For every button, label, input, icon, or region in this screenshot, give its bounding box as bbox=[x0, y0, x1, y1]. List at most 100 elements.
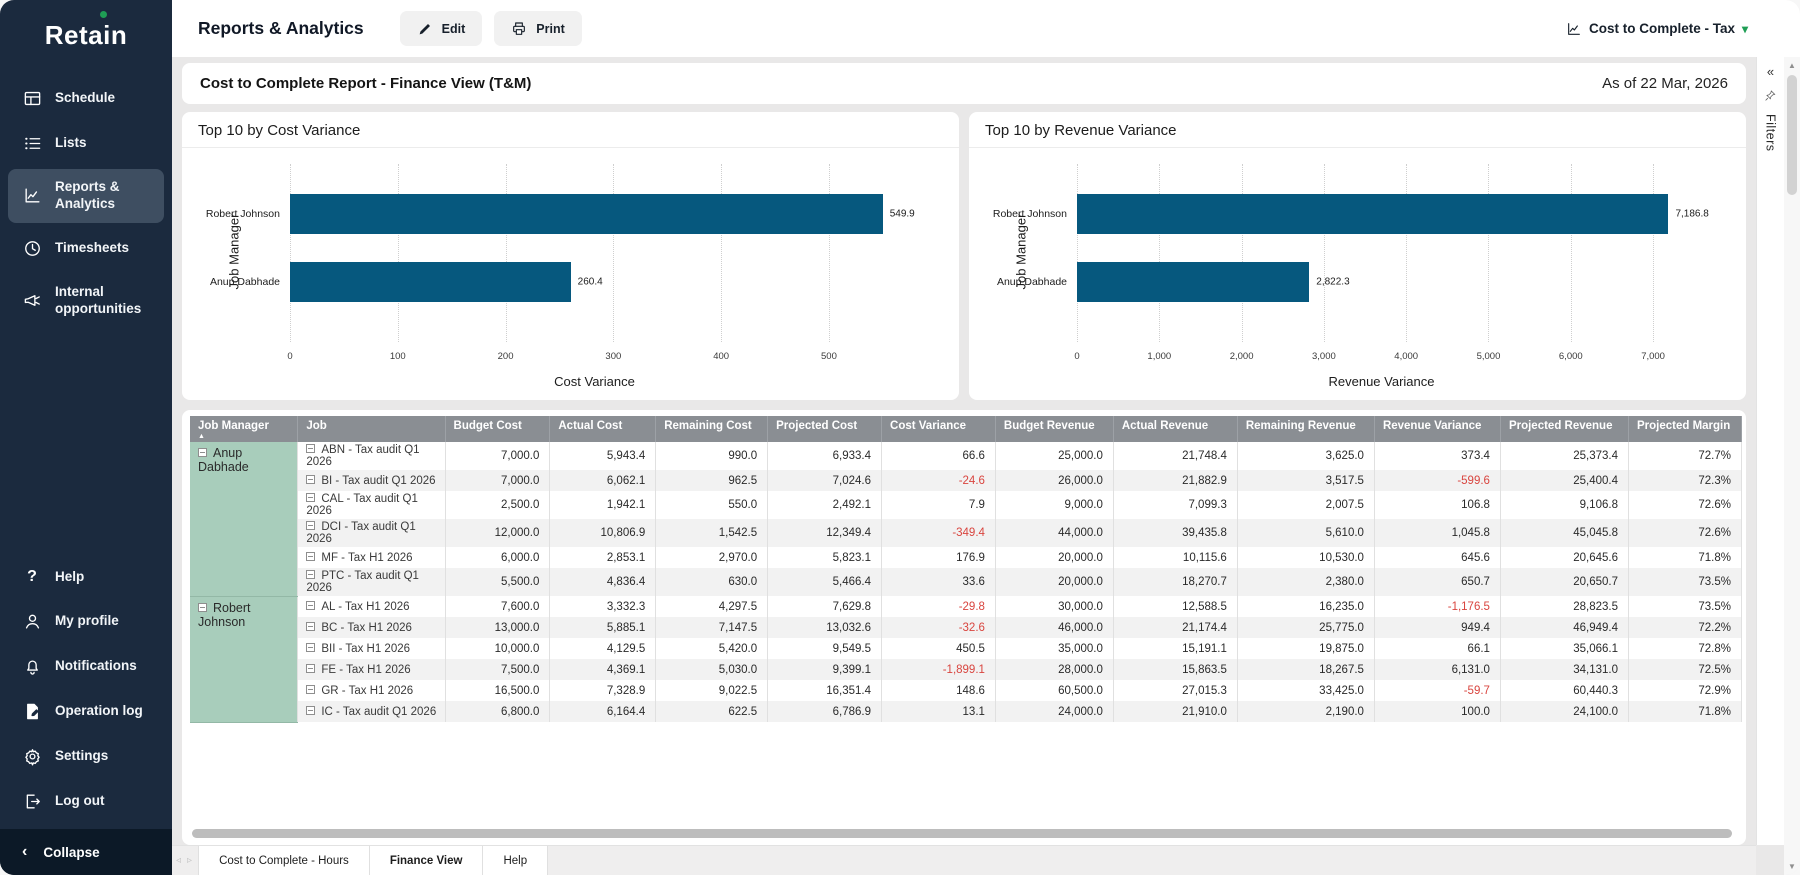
sidebar-item-operation-log[interactable]: Operation log bbox=[8, 692, 164, 731]
collapse-group-icon[interactable] bbox=[198, 602, 207, 612]
sidebar-item-internal-opportunities[interactable]: Internal opportunities bbox=[8, 274, 164, 328]
expand-job-icon[interactable] bbox=[306, 684, 316, 694]
column-header-cost-variance[interactable]: Cost Variance bbox=[881, 416, 996, 442]
table-row: BI - Tax audit Q1 2026 7,000.0 6,062.1 962.… bbox=[190, 470, 1743, 491]
column-header-revenue-variance[interactable]: Revenue Variance bbox=[1374, 416, 1501, 442]
sidebar-item-settings[interactable]: Settings bbox=[8, 737, 164, 776]
column-header-remaining-revenue[interactable]: Remaining Revenue bbox=[1237, 416, 1375, 442]
bar-robert-johnson[interactable] bbox=[1077, 194, 1669, 234]
job-cell[interactable]: DCI - Tax audit Q1 2026 bbox=[297, 519, 446, 547]
expand-job-icon[interactable] bbox=[306, 521, 316, 530]
sidebar-item-label: Log out bbox=[55, 793, 105, 809]
cost-variance-chart-card: Top 10 by Cost Variance Job Manager 549.9… bbox=[182, 112, 959, 400]
column-header-remaining-cost[interactable]: Remaining Cost bbox=[655, 416, 769, 442]
job-cell[interactable]: ABN - Tax audit Q1 2026 bbox=[297, 442, 446, 470]
bar-robert-johnson[interactable] bbox=[290, 194, 883, 234]
collapse-group-icon[interactable] bbox=[198, 448, 207, 457]
page-title: Reports & Analytics bbox=[198, 18, 364, 38]
value-cell: 34,131.0 bbox=[1500, 659, 1629, 680]
sidebar-nav: Schedule Lists Reports & Analytics Timeshee… bbox=[0, 65, 172, 328]
column-header-budget-cost[interactable]: Budget Cost bbox=[445, 416, 551, 442]
sidebar-item-notifications[interactable]: Notifications bbox=[8, 647, 164, 686]
chevrons-left-icon[interactable]: « bbox=[1767, 65, 1774, 78]
job-cell[interactable]: BC - Tax H1 2026 bbox=[297, 617, 446, 638]
column-header-job-manager[interactable]: Job Manager ▲ bbox=[190, 416, 299, 442]
column-header-actual-revenue[interactable]: Actual Revenue bbox=[1113, 416, 1238, 442]
pencil-icon bbox=[419, 23, 430, 34]
expand-job-icon[interactable] bbox=[306, 600, 316, 610]
job-cell[interactable]: MF - Tax H1 2026 bbox=[297, 547, 446, 568]
job-cell[interactable]: AL - Tax H1 2026 bbox=[297, 596, 446, 617]
column-header-projected-revenue[interactable]: Projected Revenue bbox=[1500, 416, 1629, 442]
tab-next-arrow-icon[interactable]: ▹ bbox=[187, 855, 192, 866]
app-window: Retain Schedule Lists Reports & Analytics T… bbox=[0, 0, 1800, 875]
expand-job-icon[interactable] bbox=[306, 705, 316, 715]
horizontal-scrollbar[interactable] bbox=[192, 829, 1732, 838]
sidebar-item-lists[interactable]: Lists bbox=[8, 124, 164, 163]
value-cell: 650.7 bbox=[1374, 568, 1501, 596]
table-row: BII - Tax H1 2026 10,000.0 4,129.5 5,420.0 9… bbox=[190, 638, 1743, 659]
expand-job-icon[interactable] bbox=[306, 642, 316, 652]
tab-cost-to-complete-hours[interactable]: Cost to Complete - Hours bbox=[198, 846, 370, 875]
column-header-job[interactable]: Job bbox=[297, 416, 446, 442]
value-cell: 5,030.0 bbox=[655, 659, 769, 680]
pin-icon[interactable] bbox=[1764, 89, 1777, 102]
expand-job-icon[interactable] bbox=[306, 551, 316, 561]
value-cell: 7,000.0 bbox=[445, 442, 551, 470]
column-header-actual-cost[interactable]: Actual Cost bbox=[549, 416, 657, 442]
report-selector-dropdown[interactable]: Cost to Complete - Tax ▾ bbox=[1566, 21, 1748, 37]
scroll-up-arrow-icon[interactable]: ▲ bbox=[1784, 61, 1800, 70]
sidebar-item-help[interactable]: ? Help bbox=[8, 558, 164, 596]
scroll-down-arrow-icon[interactable]: ▼ bbox=[1784, 862, 1800, 871]
table-row: MF - Tax H1 2026 6,000.0 2,853.1 2,970.0 5,8… bbox=[190, 547, 1743, 568]
column-header-projected-cost[interactable]: Projected Cost bbox=[767, 416, 883, 442]
sidebar-item-timesheets[interactable]: Timesheets bbox=[8, 229, 164, 268]
edit-button[interactable]: Edit bbox=[399, 11, 483, 46]
expand-job-icon[interactable] bbox=[306, 493, 316, 502]
job-cell[interactable]: FE - Tax H1 2026 bbox=[297, 659, 446, 680]
job-cell[interactable]: BII - Tax H1 2026 bbox=[297, 638, 446, 659]
sidebar-item-reports-analytics[interactable]: Reports & Analytics bbox=[8, 169, 164, 223]
vertical-scrollbar[interactable]: ▲ ▼ bbox=[1784, 57, 1800, 875]
value-cell: 100.0 bbox=[1374, 701, 1501, 722]
job-manager-cell[interactable]: Anup Dabhade bbox=[190, 442, 299, 597]
job-cell[interactable]: IC - Tax audit Q1 2026 bbox=[297, 701, 446, 722]
expand-job-icon[interactable] bbox=[306, 663, 316, 673]
bar-anup-dabhade[interactable] bbox=[290, 262, 571, 302]
retain-logo: Retain bbox=[44, 20, 128, 50]
vertical-scrollbar-thumb[interactable] bbox=[1787, 75, 1797, 195]
expand-job-icon[interactable] bbox=[306, 444, 316, 453]
value-cell: 4,369.1 bbox=[549, 659, 657, 680]
expand-job-icon[interactable] bbox=[306, 621, 316, 631]
job-manager-cell[interactable]: Robert Johnson bbox=[190, 596, 299, 723]
value-cell: 3,517.5 bbox=[1237, 470, 1375, 491]
sidebar-collapse-button[interactable]: ‹ Collapse bbox=[0, 829, 172, 875]
filters-panel-label[interactable]: Filters bbox=[1764, 114, 1778, 152]
value-cell: 2,007.5 bbox=[1237, 491, 1375, 519]
edit-button-label: Edit bbox=[441, 21, 466, 36]
job-cell[interactable]: GR - Tax H1 2026 bbox=[297, 680, 446, 701]
job-cell[interactable]: BI - Tax audit Q1 2026 bbox=[297, 470, 446, 491]
tab-help[interactable]: Help bbox=[483, 846, 549, 875]
sidebar-footer-nav: ? Help My profile Notifications Operation lo… bbox=[0, 544, 172, 829]
tab-finance-view[interactable]: Finance View bbox=[369, 846, 484, 875]
column-header-projected-margin[interactable]: Projected Margin bbox=[1628, 416, 1743, 442]
column-header-budget-revenue[interactable]: Budget Revenue bbox=[995, 416, 1114, 442]
sidebar-item-schedule[interactable]: Schedule bbox=[8, 79, 164, 118]
expand-job-icon[interactable] bbox=[306, 474, 316, 484]
value-cell: 28,000.0 bbox=[995, 659, 1114, 680]
sidebar-item-log-out[interactable]: Log out bbox=[8, 782, 164, 821]
expand-job-icon[interactable] bbox=[306, 570, 316, 579]
job-cell[interactable]: PTC - Tax audit Q1 2026 bbox=[297, 568, 446, 596]
tab-prev-arrow-icon[interactable]: ◃ bbox=[176, 855, 181, 866]
tab-strip: Cost to Complete - Hours Finance View Help bbox=[198, 846, 549, 875]
value-cell: 21,910.0 bbox=[1113, 701, 1238, 722]
job-cell[interactable]: CAL - Tax audit Q1 2026 bbox=[297, 491, 446, 519]
x-tick-label: 100 bbox=[389, 351, 406, 362]
sidebar-item-my-profile[interactable]: My profile bbox=[8, 602, 164, 641]
value-cell: 5,500.0 bbox=[445, 568, 551, 596]
bar-anup-dabhade[interactable] bbox=[1077, 262, 1310, 302]
print-button[interactable]: Print bbox=[494, 11, 582, 46]
x-tick-label: 7,000 bbox=[1641, 351, 1665, 362]
